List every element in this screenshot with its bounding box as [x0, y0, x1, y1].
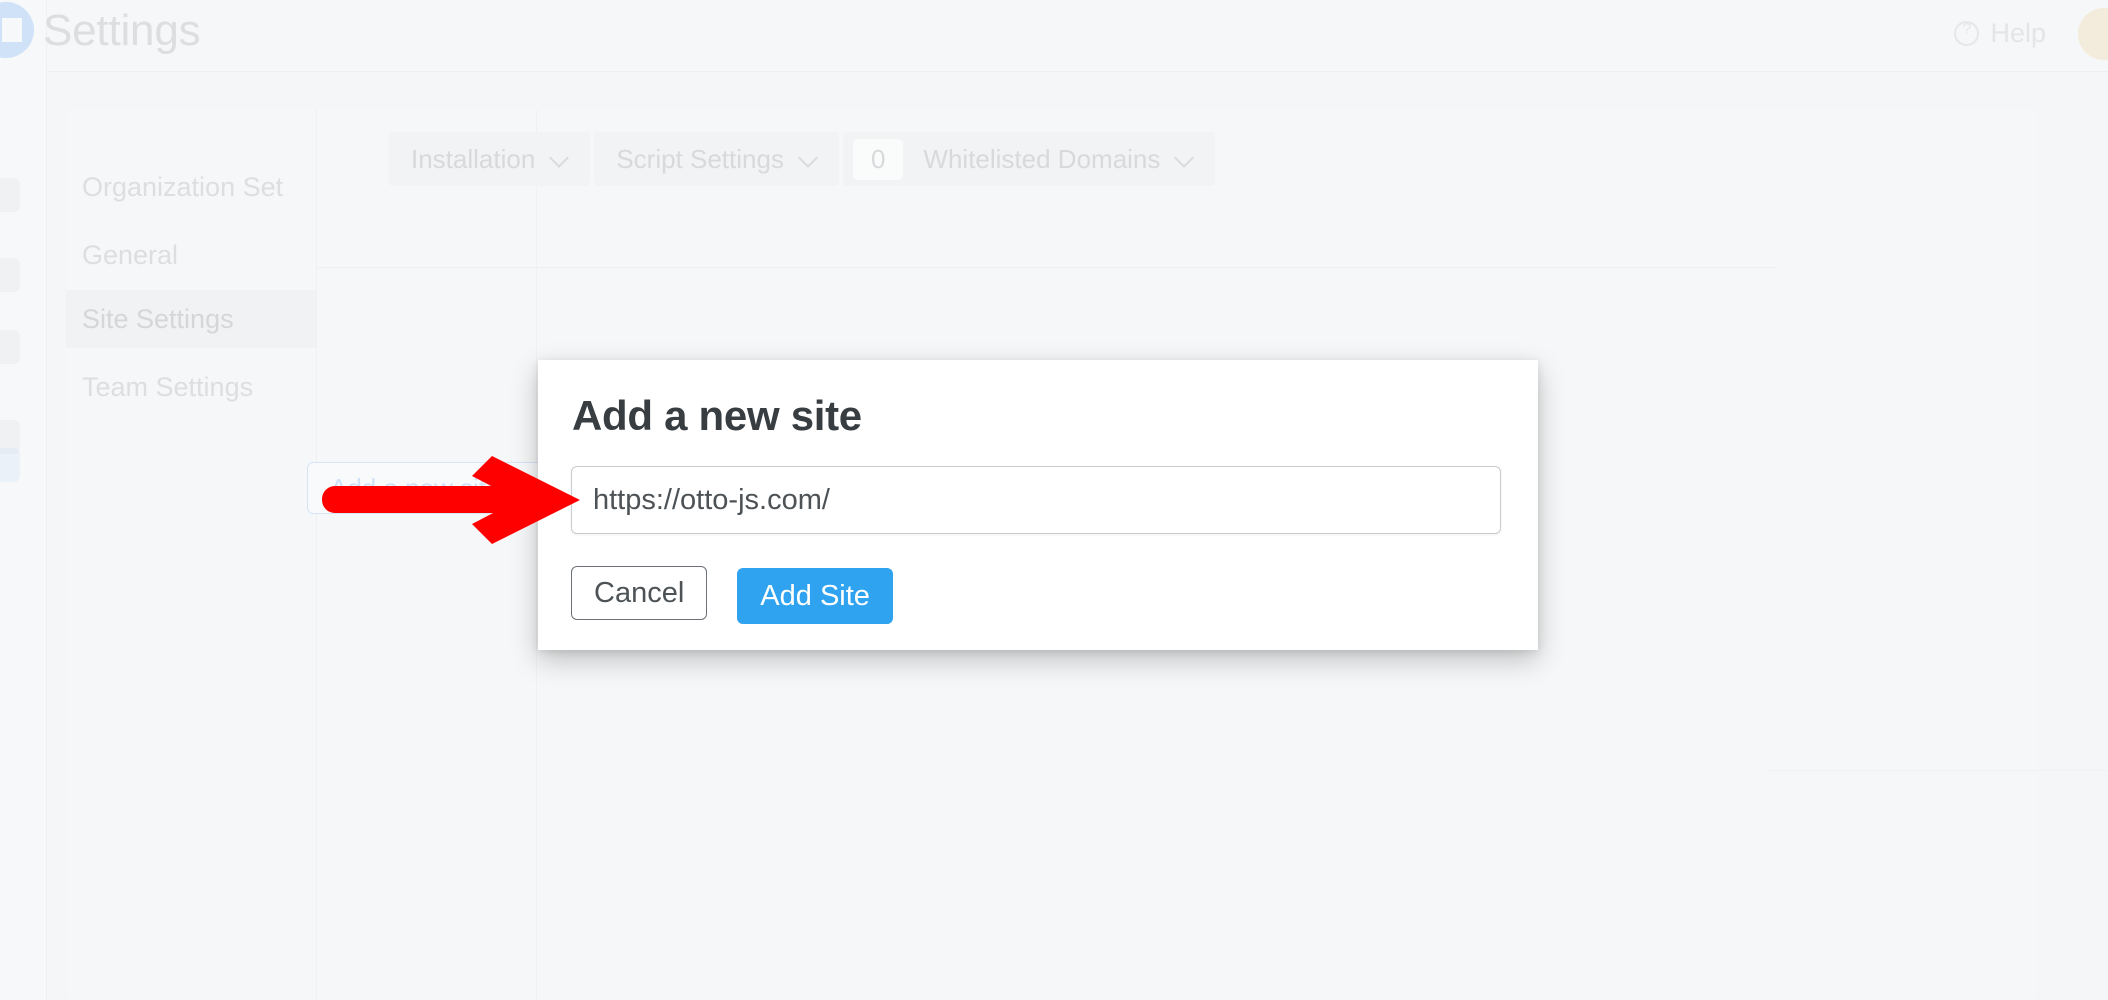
sidebar-item-organization-settings[interactable]: Organization Set: [66, 158, 316, 216]
top-bar: Settings Help: [43, 0, 2108, 72]
dashboard-icon[interactable]: [0, 178, 20, 212]
sidebar-item-label: General: [82, 239, 179, 270]
sidebar-item-site-settings[interactable]: Site Settings: [66, 290, 316, 348]
tab-label: Whitelisted Domains: [923, 143, 1161, 174]
list-icon[interactable]: [0, 258, 20, 292]
whitelisted-domains-count-badge: 0: [852, 138, 904, 180]
tab-label: Installation: [411, 143, 536, 174]
brand-logo-icon[interactable]: [0, 2, 34, 58]
tab-whitelisted-domains[interactable]: 0 Whitelisted Domains: [842, 132, 1216, 186]
site-url-input[interactable]: https://otto-js.com/: [571, 466, 1501, 534]
avatar[interactable]: [2078, 8, 2108, 60]
cancel-button[interactable]: Cancel: [571, 566, 708, 620]
panel-divider-secondary: [1767, 770, 2108, 771]
sidebar-item-team-settings[interactable]: Team Settings: [66, 358, 316, 416]
sidebar-item-label: Team Settings: [82, 371, 254, 402]
modal-actions: Cancel Add Site: [571, 566, 893, 624]
help-label: Help: [1990, 18, 2046, 48]
help-button[interactable]: Help: [1954, 18, 2046, 49]
sidebar-item-label: Site Settings: [82, 303, 234, 334]
sidebar-item-general[interactable]: General: [66, 226, 316, 284]
modal-title: Add a new site: [572, 392, 862, 439]
page-title: Settings: [43, 6, 201, 55]
settings-sidebar: Organization Set General Site Settings T…: [66, 110, 316, 1000]
add-site-button-label: Add a new site: [330, 472, 501, 503]
sidebar-item-label: Organization Set: [82, 171, 284, 202]
tab-label: Script Settings: [616, 143, 784, 174]
panel-divider: [317, 267, 1777, 268]
add-new-site-modal: Add a new site https://otto-js.com/ Canc…: [538, 360, 1538, 650]
tabs-row: Installation Script Settings 0 Whitelist…: [389, 132, 1216, 186]
shield-icon[interactable]: [0, 330, 20, 364]
question-circle-icon: [1954, 21, 1980, 46]
tab-installation[interactable]: Installation: [389, 132, 591, 186]
add-a-new-site-button[interactable]: Add a new site: [307, 462, 549, 514]
tab-script-settings[interactable]: Script Settings: [594, 132, 839, 186]
chevron-down-icon: [1176, 155, 1193, 164]
chevron-down-icon: [551, 155, 568, 164]
left-icon-rail: [0, 0, 47, 1000]
app-root: Settings Help Organization Set General S…: [0, 0, 2108, 1000]
chevron-down-icon: [800, 155, 817, 164]
add-site-button[interactable]: Add Site: [737, 568, 893, 624]
gear-icon[interactable]: [0, 448, 20, 482]
